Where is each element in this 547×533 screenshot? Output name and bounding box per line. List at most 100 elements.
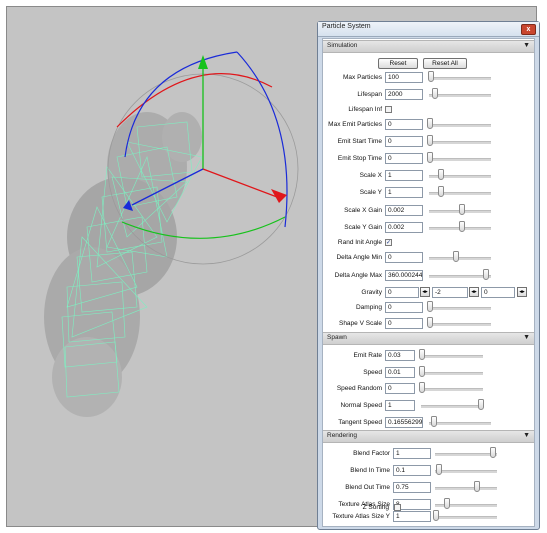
max-particles-slider-thumb[interactable] [428, 71, 434, 82]
panel-titlebar[interactable]: Particle System x [318, 22, 539, 37]
lifespan-inf-checkbox[interactable] [385, 106, 392, 113]
damping-slider-track[interactable] [429, 307, 491, 310]
emit-stop-time-field[interactable]: 0 [385, 153, 423, 164]
speed-slider-track[interactable] [421, 372, 483, 375]
max-particles-field[interactable]: 100 [385, 72, 423, 83]
scale-x-label: Scale X [359, 172, 382, 179]
collapse-arrow-icon[interactable]: ▼ [523, 432, 530, 439]
delta-angle-max-field[interactable]: 360.00024414 [385, 270, 423, 281]
max-emit-particles-slider-thumb[interactable] [427, 118, 433, 129]
normal-speed-slider-thumb[interactable] [478, 399, 484, 410]
texture-atlas-size-y-label: Texture Atlas Size Y [332, 513, 390, 520]
gravity-z-spin-icon[interactable]: ◂▸ [517, 287, 527, 297]
speed-random-label: Speed Random [336, 385, 382, 392]
blend-in-time-slider-track[interactable] [435, 470, 497, 473]
blend-factor-label: Blend Factor [353, 450, 390, 457]
shape-v-scale-field[interactable]: 0 [385, 318, 423, 329]
collapse-arrow-icon[interactable]: ▼ [523, 42, 530, 49]
scale-y-label: Scale Y [359, 189, 382, 196]
section-spawn[interactable]: Spawn ▼ [323, 332, 534, 345]
emit-rate-slider-track[interactable] [421, 355, 483, 358]
scale-y-gain-slider-thumb[interactable] [459, 221, 465, 232]
blend-factor-field[interactable]: 1 [393, 448, 431, 459]
lifespan-slider-track[interactable] [429, 94, 491, 97]
damping-slider-thumb[interactable] [427, 301, 433, 312]
emit-start-time-slider-track[interactable] [429, 141, 491, 144]
texture-atlas-size-slider-thumb[interactable] [444, 498, 450, 509]
emit-rate-slider-thumb[interactable] [419, 349, 425, 360]
damping-field[interactable]: 0 [385, 302, 423, 313]
emit-start-time-slider-thumb[interactable] [427, 135, 433, 146]
emit-rate-field[interactable]: 0.03 [385, 350, 415, 361]
max-particles-label: Max Particles [342, 74, 382, 81]
max-emit-particles-field[interactable]: 0 [385, 119, 423, 130]
emit-stop-time-slider-thumb[interactable] [427, 152, 433, 163]
blend-in-time-field[interactable]: 0.1 [393, 465, 431, 476]
delta-angle-min-slider-track[interactable] [429, 257, 491, 260]
tangent-speed-slider-track[interactable] [429, 422, 491, 425]
delta-angle-min-field[interactable]: 0 [385, 252, 423, 263]
normal-speed-field[interactable]: 1 [385, 400, 415, 411]
panel-title: Particle System [322, 23, 371, 30]
section-rendering[interactable]: Rendering ▼ [323, 430, 534, 443]
scale-x-slider-thumb[interactable] [438, 169, 444, 180]
gravity-x-spin-icon[interactable]: ◂▸ [420, 287, 430, 297]
gravity-y-spin-icon[interactable]: ◂▸ [469, 287, 479, 297]
speed-field[interactable]: 0.01 [385, 367, 415, 378]
lifespan-slider-thumb[interactable] [432, 88, 438, 99]
scale-x-gain-field[interactable]: 0.002 [385, 205, 423, 216]
damping-label: Damping [355, 304, 382, 311]
blend-in-time-slider-thumb[interactable] [436, 464, 442, 475]
gravity-y-field[interactable]: -2 [432, 287, 468, 298]
max-emit-particles-slider-track[interactable] [429, 124, 491, 127]
section-simulation[interactable]: Simulation ▼ [323, 40, 534, 53]
delta-angle-max-slider-track[interactable] [429, 275, 491, 278]
section-rendering-label: Rendering [327, 432, 357, 439]
speed-random-slider-thumb[interactable] [419, 382, 425, 393]
texture-atlas-size-y-field[interactable]: 1 [393, 511, 431, 522]
shape-v-scale-slider-track[interactable] [429, 323, 491, 326]
particle-system-panel: Particle System x Simulation ▼ Reset Res… [317, 21, 540, 530]
panel-content: Simulation ▼ Reset Reset All Max Particl… [322, 38, 535, 527]
scale-x-gain-slider-thumb[interactable] [459, 204, 465, 215]
texture-atlas-size-y-slider-thumb[interactable] [433, 510, 439, 521]
shape-v-scale-slider-thumb[interactable] [427, 317, 433, 328]
lifespan-field[interactable]: 2000 [385, 89, 423, 100]
blend-factor-slider-track[interactable] [435, 453, 497, 456]
blend-factor-slider-thumb[interactable] [490, 447, 496, 458]
speed-slider-thumb[interactable] [419, 366, 425, 377]
scale-x-field[interactable]: 1 [385, 170, 423, 181]
collapse-arrow-icon[interactable]: ▼ [523, 334, 530, 341]
rand-init-angle-checkbox[interactable]: ✓ [385, 239, 392, 246]
z-sorting-checkbox[interactable] [394, 504, 401, 511]
particle-cloud [44, 112, 202, 417]
speed-random-slider-track[interactable] [421, 388, 483, 391]
scale-y-field[interactable]: 1 [385, 187, 423, 198]
delta-angle-max-slider-thumb[interactable] [483, 269, 489, 280]
tangent-speed-field[interactable]: 0.16556299 [385, 417, 423, 428]
scale-y-slider-thumb[interactable] [438, 186, 444, 197]
texture-atlas-size-y-slider-track[interactable] [435, 516, 497, 519]
lifespan-inf-label: Lifespan Inf [348, 106, 382, 113]
shape-v-scale-label: Shape V Scale [338, 320, 382, 327]
emit-start-time-field[interactable]: 0 [385, 136, 423, 147]
emit-stop-time-slider-track[interactable] [429, 158, 491, 161]
gravity-x-field[interactable]: 0 [385, 287, 419, 298]
reset-button[interactable]: Reset [378, 58, 418, 69]
speed-label: Speed [363, 369, 382, 376]
reset-all-button[interactable]: Reset All [423, 58, 467, 69]
close-button[interactable]: x [521, 24, 536, 35]
blend-out-time-slider-track[interactable] [435, 487, 497, 490]
scale-y-gain-field[interactable]: 0.002 [385, 222, 423, 233]
max-particles-slider-track[interactable] [429, 77, 491, 80]
blend-out-time-field[interactable]: 0.75 [393, 482, 431, 493]
blend-out-time-slider-thumb[interactable] [474, 481, 480, 492]
speed-random-field[interactable]: 0 [385, 383, 415, 394]
lifespan-label: Lifespan [357, 91, 382, 98]
tangent-speed-slider-thumb[interactable] [431, 416, 437, 427]
delta-angle-min-slider-thumb[interactable] [453, 251, 459, 262]
emit-rate-label: Emit Rate [353, 352, 382, 359]
normal-speed-slider-track[interactable] [421, 405, 483, 408]
gravity-z-field[interactable]: 0 [481, 287, 515, 298]
section-simulation-label: Simulation [327, 42, 358, 49]
